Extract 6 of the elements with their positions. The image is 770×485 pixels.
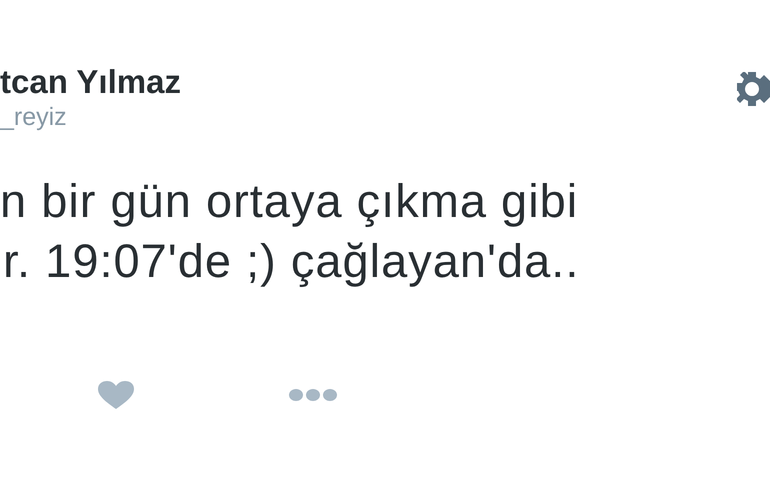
- author-name[interactable]: tcan Yılmaz: [0, 62, 181, 102]
- tweet-text: n bir gün ortaya çıkma gibi: [0, 174, 578, 228]
- heart-icon[interactable]: [98, 381, 134, 409]
- tweet-text: r. 19:07'de ;) çağlayan'da..: [2, 234, 580, 288]
- settings-icon[interactable]: [737, 72, 770, 106]
- more-icon[interactable]: [289, 388, 337, 402]
